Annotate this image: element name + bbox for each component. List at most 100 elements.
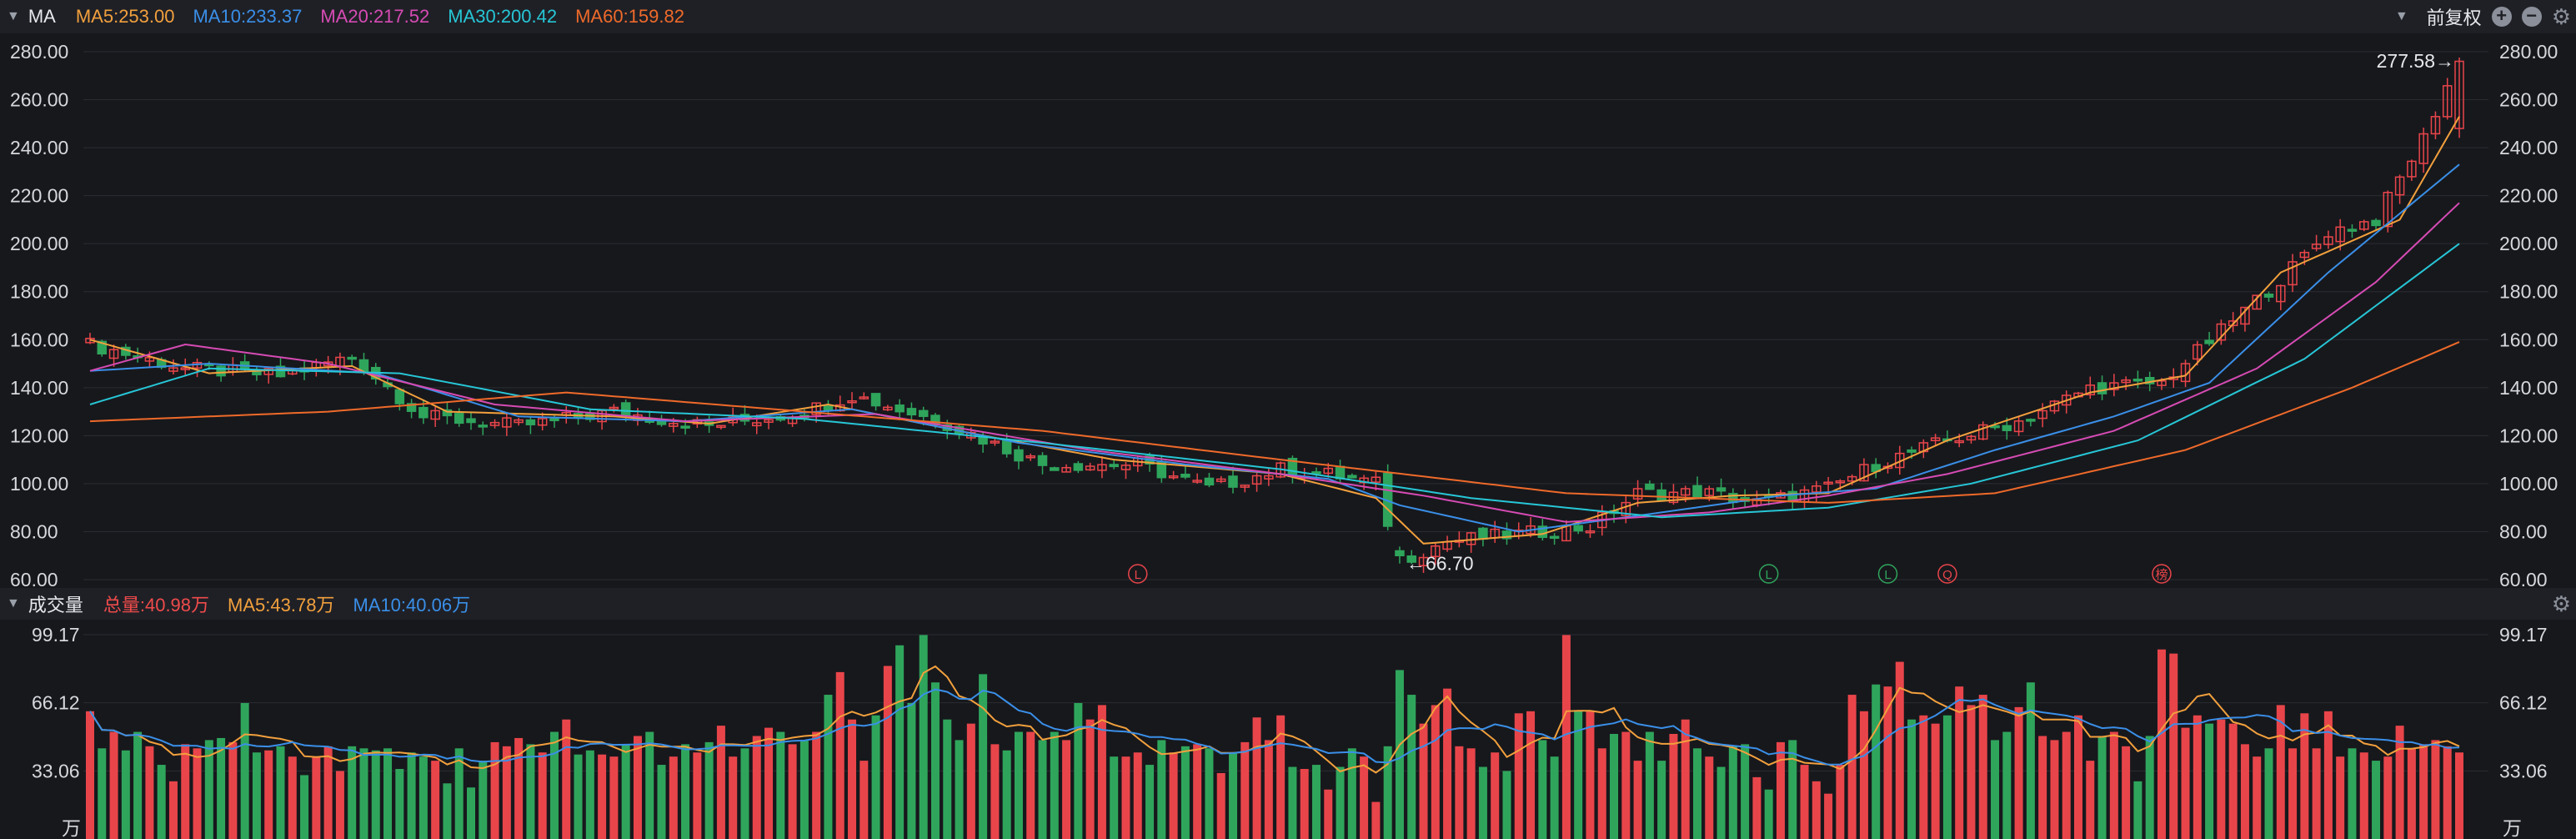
volume-bar bbox=[1859, 711, 1868, 839]
volume-bar bbox=[121, 750, 130, 839]
volume-bar bbox=[335, 771, 344, 839]
volume-bar bbox=[609, 756, 619, 839]
volume-bar bbox=[1360, 756, 1369, 839]
volume-bar bbox=[1180, 746, 1190, 839]
price-header-bar: ▼ MA MA5:253.00 MA10:233.37 MA20:217.52 … bbox=[0, 0, 2576, 33]
volume-bar bbox=[930, 682, 940, 839]
volume-bar bbox=[1014, 731, 1023, 839]
volume-bar bbox=[1597, 748, 1606, 839]
volume-bar bbox=[2455, 752, 2463, 839]
candle-body bbox=[1716, 487, 1727, 492]
settings-gear-icon[interactable]: ⚙ bbox=[2552, 4, 2571, 30]
candle-body bbox=[1001, 440, 1012, 455]
volume-bar bbox=[1776, 741, 1785, 839]
volume-bar bbox=[860, 761, 869, 839]
volume-bar bbox=[2288, 748, 2298, 839]
volume-bar bbox=[2240, 744, 2249, 839]
y-tick-label-right: 33.06 bbox=[2499, 760, 2548, 781]
volume-bar bbox=[1300, 769, 1309, 839]
candle-body bbox=[252, 371, 262, 376]
volume-bar bbox=[1800, 765, 1809, 839]
candle-body bbox=[1395, 550, 1405, 556]
y-tick-label-right: 140.00 bbox=[2499, 377, 2558, 399]
volume-bar bbox=[1097, 705, 1106, 839]
volume-bar bbox=[217, 737, 226, 839]
volume-bar bbox=[526, 744, 535, 839]
volume-bar bbox=[907, 702, 916, 839]
adjust-select[interactable]: 前复权 bbox=[2427, 3, 2482, 30]
indicator-name[interactable]: MA bbox=[28, 6, 56, 28]
volume-chart[interactable]: 99.17 99.17 66.12 66.12 33.06 33.06 万 万 bbox=[0, 620, 2576, 839]
volume-bar bbox=[2264, 748, 2273, 839]
chevron-down-icon[interactable]: ▼ bbox=[2395, 9, 2408, 24]
y-tick-label-right: 99.17 bbox=[2499, 624, 2548, 646]
volume-bar bbox=[1705, 756, 1714, 839]
volume-bar bbox=[549, 731, 559, 839]
collapse-chevron-icon[interactable]: ▼ bbox=[7, 596, 20, 611]
volume-bar bbox=[2323, 711, 2333, 839]
volume-bar bbox=[1336, 766, 1345, 839]
candle-body bbox=[1656, 489, 1666, 501]
volume-bar bbox=[1205, 748, 1214, 839]
volume-bar bbox=[86, 711, 94, 839]
volume-bar bbox=[2014, 706, 2023, 839]
volume-bar bbox=[109, 731, 118, 839]
y-tick-label-left: 260.00 bbox=[10, 89, 68, 111]
volume-bar bbox=[1633, 761, 1642, 839]
settings-gear-icon[interactable]: ⚙ bbox=[2552, 591, 2571, 617]
volume-bar bbox=[2217, 719, 2226, 839]
volume-bar bbox=[1692, 748, 1701, 839]
volume-bar bbox=[1872, 684, 1881, 839]
volume-bar bbox=[181, 744, 190, 839]
y-tick-label-right: 160.00 bbox=[2499, 329, 2558, 350]
volume-bar bbox=[585, 750, 594, 839]
volume-bar bbox=[1919, 715, 1928, 839]
volume-bar bbox=[300, 775, 309, 839]
volume-bar bbox=[2205, 723, 2214, 839]
ma-line-ma10 bbox=[89, 163, 2460, 533]
volume-bar bbox=[418, 756, 428, 839]
volume-bar bbox=[2073, 715, 2082, 839]
volume-bar bbox=[2276, 705, 2285, 839]
minus-icon[interactable]: − bbox=[2521, 7, 2542, 27]
candle-body bbox=[1204, 477, 1215, 486]
volume-bar bbox=[1741, 744, 1750, 839]
volume-bar bbox=[2002, 731, 2012, 839]
volume-bar bbox=[1395, 670, 1404, 839]
candlestick-chart[interactable]: 280.00 280.00 260.00 260.00 240.00 240.00 220.… bbox=[0, 33, 2576, 588]
volume-bar bbox=[240, 702, 249, 839]
add-icon[interactable]: + bbox=[2491, 7, 2512, 27]
volume-bar bbox=[704, 741, 714, 839]
volume-bar bbox=[776, 731, 785, 839]
volume-bar bbox=[1526, 711, 1536, 839]
volume-bar bbox=[1085, 719, 1095, 839]
candle-body bbox=[2002, 425, 2012, 431]
volume-bar bbox=[145, 746, 154, 839]
volume-bar bbox=[2122, 746, 2131, 839]
collapse-chevron-icon[interactable]: ▼ bbox=[7, 9, 20, 24]
candle-body bbox=[2347, 229, 2358, 232]
volume-bar bbox=[2026, 682, 2035, 839]
volume-indicator-name[interactable]: 成交量 bbox=[28, 590, 83, 617]
volume-bar bbox=[1288, 766, 1297, 839]
y-tick-label-left: 33.06 bbox=[32, 760, 80, 781]
volume-bar bbox=[990, 744, 1000, 839]
volume-bar bbox=[1443, 688, 1452, 839]
legend-vol-ma5: MA5:43.78万 bbox=[228, 595, 335, 615]
volume-bar bbox=[788, 744, 797, 839]
y-tick-label-right: 60.00 bbox=[2499, 569, 2548, 588]
volume-bar bbox=[598, 754, 607, 839]
price-toolbar: ▼ 前复权 + − ⚙ bbox=[2388, 0, 2571, 33]
volume-bar bbox=[1657, 761, 1666, 839]
volume-bar bbox=[645, 731, 654, 839]
volume-bar bbox=[740, 748, 749, 839]
y-tick-label-left: 140.00 bbox=[10, 377, 68, 399]
volume-bar bbox=[2062, 731, 2071, 839]
y-tick-label-right: 180.00 bbox=[2499, 281, 2558, 303]
volume-bar bbox=[1157, 740, 1166, 839]
volume-bar bbox=[359, 748, 368, 839]
y-tick-label-left: 240.00 bbox=[10, 137, 68, 158]
volume-bar bbox=[467, 787, 476, 839]
y-tick-label-left: 180.00 bbox=[10, 281, 68, 303]
event-marker-label: L bbox=[1766, 568, 1772, 582]
